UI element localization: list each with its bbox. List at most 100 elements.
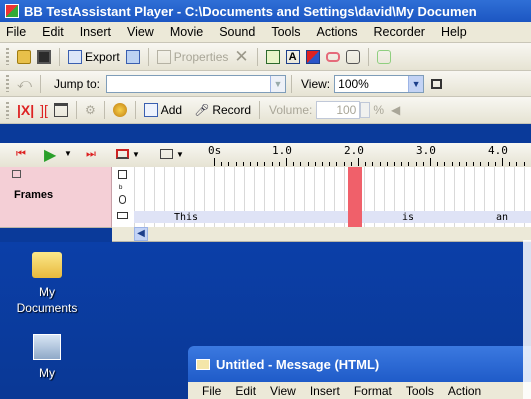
frame-grid[interactable]: This is an [134,167,531,227]
properties-label: Properties [173,49,229,64]
speaker-button[interactable]: ◀ [388,100,403,120]
message-menu-view[interactable]: View [263,384,303,398]
trash-button[interactable] [51,100,71,120]
toolbar-edit: |X| ][ ⚙ Add 🎤︎ Record Volume: 100 % ◀ [0,97,531,124]
ruler-tick [430,158,431,166]
message-window-title-bar[interactable]: Untitled - Message (HTML) [188,346,531,382]
ruler-tick [300,162,302,166]
note-button[interactable] [263,47,283,67]
menu-movie[interactable]: Movie [162,25,211,39]
track-view-button[interactable] [160,149,173,159]
image-button[interactable] [303,47,323,67]
highlight-button[interactable] [374,47,394,67]
desktop-icon-my-computer[interactable]: My [12,334,82,380]
ruler-tick [408,162,410,166]
frame-view-button[interactable] [116,149,129,159]
delete-button[interactable]: ✕ [231,47,251,67]
menu-recorder[interactable]: Recorder [366,25,433,39]
toolbar-grip[interactable] [6,48,9,65]
message-menu-tools[interactable]: Tools [399,384,441,398]
message-window-menu-bar: File Edit View Insert Format Tools Actio… [188,382,531,399]
ruler-tick [509,162,511,166]
close-icon: ✕ [234,46,249,66]
forward-button[interactable]: ⏭ [86,148,96,161]
menu-actions[interactable]: Actions [309,25,366,39]
jump-label: Jump to: [53,76,100,91]
menu-view[interactable]: View [119,25,162,39]
settings-button[interactable]: ⚙ [82,100,99,120]
chevron-down-icon[interactable]: ▼ [132,150,140,159]
text-button[interactable]: A [283,47,303,67]
ruler-tick [307,162,309,166]
ruler-tick [365,162,367,166]
back-button[interactable]: ⤺ [14,74,35,94]
window-icon [431,78,443,89]
box-button[interactable] [343,47,363,67]
delete-frames-button[interactable]: |X| [14,100,37,120]
timeline-ruler[interactable]: 0s 1.0 2.0 3.0 4.0 [200,143,531,167]
publish-button[interactable] [123,47,143,67]
message-menu-format[interactable]: Format [347,384,399,398]
volume-spinner[interactable] [360,102,371,118]
menu-edit[interactable]: Edit [34,25,72,39]
mouse-click-icon [119,195,126,204]
ruler-tick [437,162,439,166]
cut-frames-button[interactable]: ][ [37,100,51,120]
ruler-tick [329,162,331,166]
export-button[interactable]: Export [65,47,123,67]
menu-tools[interactable]: Tools [263,25,308,39]
toolbar-navigation: ⤺ Jump to: ▼ View: 100% ▼ [0,71,531,97]
camera-icon [12,170,21,178]
toolbar-grip[interactable] [6,75,9,92]
rewind-button[interactable]: ⏮ [16,148,26,161]
ruler-tick [422,162,424,166]
ruler-tick [451,162,453,166]
zoom-dropdown[interactable]: 100% ▼ [334,74,425,93]
jump-to-dropdown[interactable]: ▼ [106,74,286,93]
menu-bar: File Edit Insert View Movie Sound Tools … [0,22,531,43]
play-button[interactable]: ▶ [44,145,56,165]
playhead-marker[interactable] [348,167,362,227]
save-button[interactable] [34,47,54,67]
ruler-label: 2.0 [344,144,364,157]
volume-value: 100 [336,103,357,117]
record-label: Record [212,103,251,117]
folder-icon [32,252,62,278]
icon-label: My Documents [16,285,78,315]
message-menu-insert[interactable]: Insert [303,384,347,398]
menu-file[interactable]: File [0,25,34,39]
ruler-tick [228,162,230,166]
play-options-chevron-icon[interactable]: ▼ [64,149,72,158]
ruler-label: 1.0 [272,144,292,157]
cut-frames-icon: ][ [40,102,48,118]
ruler-tick [250,162,251,166]
ruler-tick [214,158,215,166]
open-button[interactable] [14,47,34,67]
toolbar-grip[interactable] [6,101,9,119]
menu-sound[interactable]: Sound [211,25,263,39]
menu-help[interactable]: Help [433,25,475,39]
scroll-left-arrow-icon[interactable]: ◀ [134,227,148,241]
folder-icon [17,49,31,64]
ruler-tick [278,162,280,166]
trash-icon [53,103,68,117]
desktop-icon-my-documents[interactable]: My Documents [12,252,82,316]
message-menu-actions[interactable]: Action [441,384,488,398]
ruler-tick [458,162,460,166]
cursor-button[interactable] [110,100,130,120]
box-icon [345,49,360,64]
ruler-tick [322,162,323,166]
menu-insert[interactable]: Insert [72,25,119,39]
properties-button[interactable]: Properties [154,47,232,67]
volume-input[interactable]: 100 [316,101,361,119]
square-icon [118,170,127,179]
fit-window-button[interactable] [428,74,445,94]
message-menu-file[interactable]: File [188,384,228,398]
shape-button[interactable] [323,47,343,67]
computer-icon [33,334,61,360]
add-button[interactable]: Add [141,100,185,120]
chevron-down-icon[interactable]: ▼ [176,150,184,159]
record-button[interactable]: 🎤︎ Record [191,100,254,120]
timeline-scrollbar[interactable]: ◀ [112,227,531,242]
message-menu-edit[interactable]: Edit [228,384,263,398]
